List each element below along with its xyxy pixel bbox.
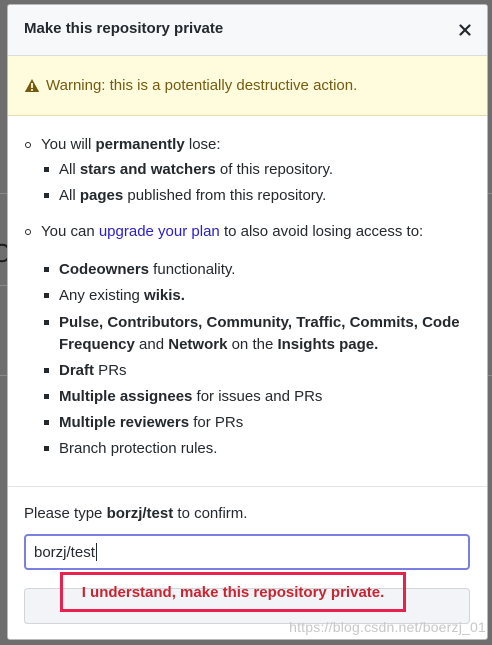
list-item: You will permanently lose: All stars and… [24,134,471,207]
dialog-body: You will permanently lose: All stars and… [8,116,487,460]
warning-text: Warning: this is a potentially destructi… [46,77,358,94]
close-button[interactable] [453,15,477,45]
watermark: https://blog.csdn.net/boerzj_01 [289,619,486,635]
input-value: borzj/test [34,543,95,561]
list-item: All stars and watchers of this repositor… [41,159,471,181]
warning-banner: Warning: this is a potentially destructi… [8,56,487,116]
list-item: All pages published from this repository… [41,185,471,207]
list-item: Codeowners functionality. [41,259,471,281]
list-item: Pulse, Contributors, Community, Traffic,… [41,312,471,356]
confirm-label: Please type borzj/test to confirm. [24,505,248,522]
lose-list: All stars and watchers of this repositor… [41,159,471,207]
dialog-header: Make this repository private [8,5,487,56]
list-item: Any existing wikis. [41,285,471,307]
list-item: You can upgrade your plan to also avoid … [24,221,471,460]
consequence-list: You will permanently lose: All stars and… [24,134,471,460]
list-item: Branch protection rules. [41,438,471,460]
make-private-dialog: Make this repository private Warning: th… [7,4,488,640]
text-caret [95,543,97,561]
upgrade-plan-link[interactable]: upgrade your plan [99,223,220,240]
list-item: Draft PRs [41,360,471,382]
confirm-section: Please type borzj/test to confirm. borzj… [8,486,487,624]
close-icon [459,24,471,36]
list-item: Multiple reviewers for PRs [41,412,471,434]
list-item: Multiple assignees for issues and PRs [41,386,471,408]
make-private-confirm-button-label[interactable]: I understand, make this repository priva… [60,572,406,612]
alert-icon [24,79,40,92]
upgrade-list: Codeowners functionality. Any existing w… [41,259,471,460]
dialog-title: Make this repository private [24,20,224,37]
confirm-repo-name-input[interactable]: borzj/test [24,534,470,570]
